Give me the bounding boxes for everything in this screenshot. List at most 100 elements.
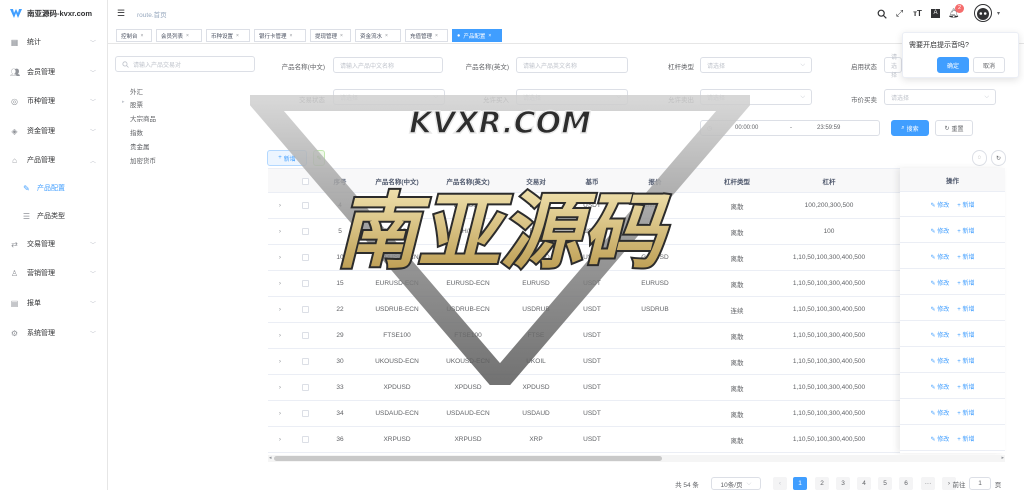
sidebar-item-2[interactable]: ◎ 币种管理 ﹀	[0, 91, 108, 111]
allow-sell-select[interactable]: 请选择 ⌵	[700, 89, 812, 105]
page-button[interactable]: 5	[878, 477, 892, 490]
edit-button[interactable]: ✎ 修改	[931, 278, 950, 287]
edit-button[interactable]: ✎ 修改	[931, 252, 950, 261]
sidebar-item-6[interactable]: ☰ 产品类型	[0, 206, 108, 226]
table-row[interactable]: › 4 BTC/USD BTC/USD BTC USDT Bitcoin 离散 100,200,…	[268, 193, 1005, 219]
table-row[interactable]: › 10 GBPUSD-ECN GBPUSD-ECN GBPUSD USDT GBPUSD 离…	[268, 245, 1005, 271]
page-size-select[interactable]: 10条/页 ⌵	[711, 477, 761, 490]
row-checkbox-cell[interactable]	[292, 427, 318, 452]
row-checkbox-cell[interactable]	[292, 375, 318, 400]
sidebar-item-0[interactable]: ▦ 统计 ﹀	[0, 32, 108, 52]
logo[interactable]: 南亚源码-kvxr.com	[10, 6, 92, 20]
page-button[interactable]: 2	[815, 477, 829, 490]
leverage-type-select[interactable]: 请选择 ⌵	[700, 57, 812, 73]
close-icon[interactable]: ×	[340, 33, 343, 39]
expand-row-icon[interactable]: ›	[268, 401, 292, 426]
goto-page-input[interactable]: 1	[969, 477, 991, 490]
sidebar-item-1[interactable]: 👥︎ 会员管理 ﹀	[0, 62, 108, 82]
table-row[interactable]: › 29 FTSE100 FTSE100 FTSE USDT 离散 1,10,50,100,3…	[268, 323, 1005, 349]
tree-search-input[interactable]: 请输入产品交易对	[115, 56, 255, 72]
add-row-button[interactable]: + 新增	[957, 330, 974, 339]
tree-node[interactable]: ▸ 股票	[122, 99, 143, 109]
allow-buy-select[interactable]: 请选择 ⌵	[516, 89, 628, 105]
tab-5[interactable]: 资金流水 ×	[355, 29, 401, 42]
tab-4[interactable]: 提现管理 ×	[310, 29, 351, 42]
add-row-button[interactable]: + 新增	[957, 252, 974, 261]
table-row[interactable]: › 36 XRPUSD XRPUSD XRP USDT 离散 1,10,50,100,300,…	[268, 427, 1005, 453]
tab-2[interactable]: 币种设置 ×	[206, 29, 250, 42]
tree-node[interactable]: 贵金属	[130, 141, 150, 151]
scrollbar-thumb[interactable]	[274, 456, 662, 461]
table-row[interactable]: › 15 EURUSD-ECN EURUSD-ECN EURUSD USDT EURUSD 离…	[268, 271, 1005, 297]
breadcrumb[interactable]: route.首页	[137, 9, 167, 19]
avatar[interactable]	[974, 4, 992, 22]
checkbox[interactable]	[301, 254, 309, 261]
table-row[interactable]: › 22 USDRUB-ECN USDRUB-ECN USDRUB USDT USDRUB 连…	[268, 297, 1005, 323]
checkbox[interactable]	[301, 358, 309, 365]
trade-status-select[interactable]: 请选择 ⌵	[333, 89, 445, 105]
row-checkbox-cell[interactable]	[292, 219, 318, 244]
add-row-button[interactable]: + 新增	[957, 356, 974, 365]
row-checkbox-cell[interactable]	[292, 245, 318, 270]
row-checkbox-cell[interactable]	[292, 297, 318, 322]
page-button[interactable]: 1	[793, 477, 807, 490]
row-checkbox-cell[interactable]	[292, 349, 318, 374]
toggle-search-button[interactable]: ◌	[972, 150, 987, 166]
secondary-toolbar-button[interactable]: ✎	[313, 150, 325, 166]
tab-1[interactable]: 会员列表 ×	[156, 29, 202, 42]
close-icon[interactable]: ×	[141, 33, 144, 39]
fullscreen-icon[interactable]: ⤢	[894, 8, 905, 19]
sidebar-item-5[interactable]: ✎ 产品配置	[0, 178, 108, 198]
sidebar-item-7[interactable]: ⇄ 交易管理 ﹀	[0, 234, 108, 254]
search-icon[interactable]	[876, 8, 887, 19]
expand-row-icon[interactable]: ›	[268, 375, 292, 400]
table-row[interactable]: › 30 UKOUSD-ECN UKOUSD-ECN UKOIL USDT 离散 1,10,5…	[268, 349, 1005, 375]
prev-page-button[interactable]: ‹	[773, 477, 787, 490]
tab-0[interactable]: 控制台 ×	[116, 29, 152, 42]
scroll-right-icon[interactable]: ▸	[1001, 455, 1004, 461]
expand-row-icon[interactable]: ›	[268, 427, 292, 452]
popover-confirm-button[interactable]: 确定	[937, 57, 969, 73]
expand-row-icon[interactable]: ›	[268, 349, 292, 374]
close-icon[interactable]: ×	[385, 33, 388, 39]
page-ellipsis[interactable]: ···	[921, 477, 935, 490]
expand-row-icon[interactable]: ›	[268, 245, 292, 270]
edit-button[interactable]: ✎ 修改	[931, 226, 950, 235]
row-checkbox-cell[interactable]	[292, 323, 318, 348]
reset-button[interactable]: ↻ 重置	[935, 120, 973, 136]
page-button[interactable]: 4	[857, 477, 871, 490]
edit-button[interactable]: ✎ 修改	[931, 382, 950, 391]
add-row-button[interactable]: + 新增	[957, 200, 974, 209]
font-size-icon[interactable]: тT	[912, 8, 923, 19]
table-row[interactable]: › 33 XPDUSD XPDUSD XPDUSD USDT 离散 1,10,50,100,3…	[268, 375, 1005, 401]
checkbox[interactable]	[301, 384, 309, 391]
sidebar-item-4[interactable]: ⌂ 产品管理 ︿	[0, 150, 108, 170]
add-button[interactable]: + 新增	[267, 150, 307, 166]
checkbox[interactable]	[301, 410, 309, 417]
select-all-checkbox[interactable]	[292, 169, 318, 193]
close-icon[interactable]: ×	[435, 33, 438, 39]
add-row-button[interactable]: + 新增	[957, 226, 974, 235]
edit-button[interactable]: ✎ 修改	[931, 408, 950, 417]
edit-button[interactable]: ✎ 修改	[931, 200, 950, 209]
table-row[interactable]: ›5ETH/USDETH/USDETHUSDTEthereum离散10010	[268, 219, 1005, 245]
menu-toggle-icon[interactable]: ☰	[117, 8, 125, 19]
checkbox[interactable]	[301, 332, 309, 339]
avatar-dropdown-icon[interactable]: ▾	[997, 10, 1000, 17]
name-cn-input[interactable]: 请输入产品中文名称	[333, 57, 443, 73]
close-icon[interactable]: ×	[236, 33, 239, 39]
language-icon[interactable]: A	[930, 8, 941, 19]
checkbox[interactable]	[301, 177, 309, 185]
time-range-picker[interactable]: ◷ 00:00:00 - 23:59:59	[700, 120, 880, 136]
add-row-button[interactable]: + 新增	[957, 382, 974, 391]
expand-row-icon[interactable]: ›	[268, 193, 292, 218]
search-button[interactable]: ⌕ 搜索	[891, 120, 929, 136]
horizontal-scrollbar[interactable]: ◂ ▸	[268, 455, 1005, 462]
edit-button[interactable]: ✎ 修改	[931, 356, 950, 365]
name-en-input[interactable]: 请输入产品英文名称	[516, 57, 628, 73]
tab-7[interactable]: ● 产品配置 ×	[452, 29, 502, 42]
add-row-button[interactable]: + 新增	[957, 408, 974, 417]
add-row-button[interactable]: + 新增	[957, 434, 974, 443]
expand-row-icon[interactable]: ›	[268, 323, 292, 348]
edit-button[interactable]: ✎ 修改	[931, 304, 950, 313]
